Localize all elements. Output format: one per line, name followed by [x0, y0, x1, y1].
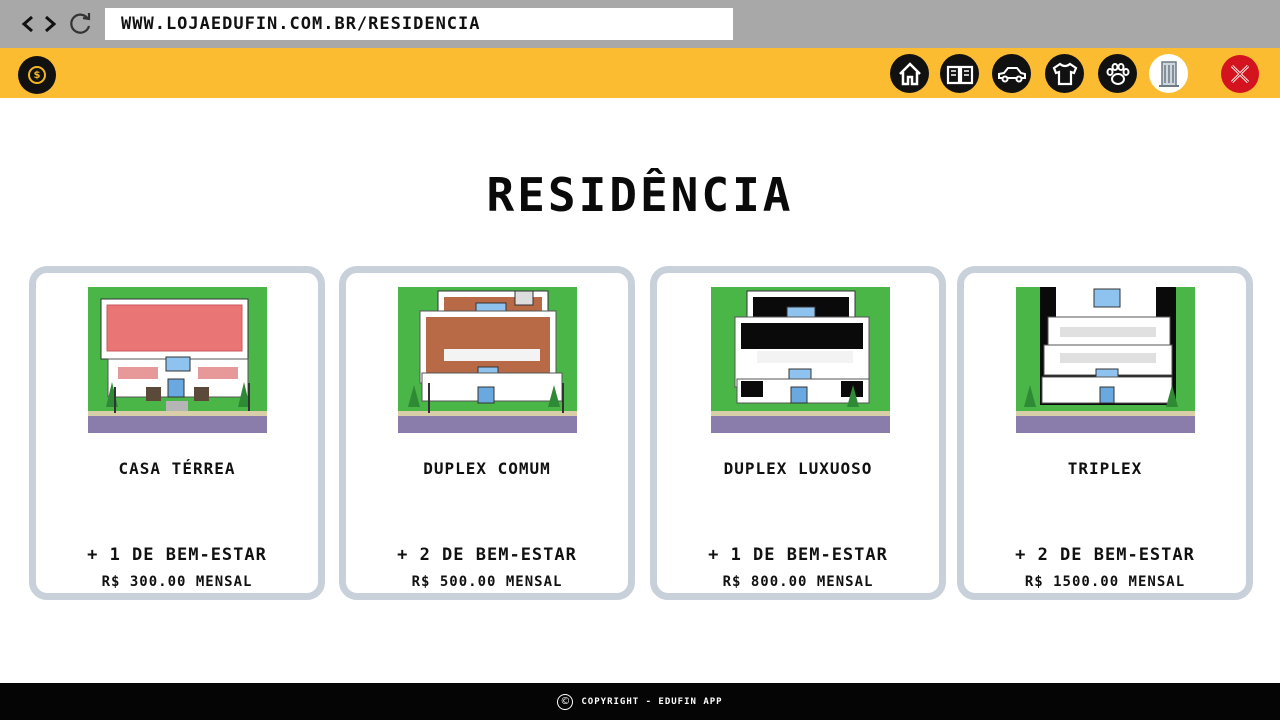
category-car-button[interactable] [992, 54, 1031, 93]
card-title: DUPLEX LUXUOSO [723, 459, 873, 478]
book-icon [946, 65, 973, 84]
footer-text: COPYRIGHT - EDUFIN APP [581, 696, 723, 707]
close-icon [1230, 64, 1250, 84]
house-image [711, 287, 890, 433]
house-image [398, 287, 577, 433]
category-residence-button[interactable] [1149, 54, 1188, 93]
card-price: R$ 1500.00 MENSAL [1024, 574, 1186, 590]
footer: © COPYRIGHT - EDUFIN APP [0, 683, 1280, 720]
card-bonus: + 2 DE BEM-ESTAR [397, 545, 577, 565]
category-books-button[interactable] [940, 54, 979, 93]
house-image [88, 287, 267, 433]
building-icon [1158, 60, 1179, 87]
card-price: R$ 500.00 MENSAL [411, 574, 563, 590]
copyright-icon: © [557, 693, 574, 710]
card-title: DUPLEX COMUM [423, 459, 551, 478]
chevron-left-icon [21, 15, 33, 33]
url-text: WWW.LOJAEDUFIN.COM.BR/RESIDENCIA [121, 14, 481, 34]
reload-button[interactable] [66, 10, 94, 38]
house-image [1016, 287, 1195, 433]
card-bonus: + 1 DE BEM-ESTAR [708, 545, 888, 565]
product-card-triplex[interactable]: TRIPLEX + 2 DE BEM-ESTAR R$ 1500.00 MENS… [957, 266, 1253, 600]
product-card-casa-terrea[interactable]: CASA TÉRREA + 1 DE BEM-ESTAR R$ 300.00 M… [29, 266, 325, 600]
card-title: TRIPLEX [1067, 459, 1143, 478]
back-button[interactable] [16, 10, 40, 38]
product-card-duplex-comum[interactable]: DUPLEX COMUM + 2 DE BEM-ESTAR R$ 500.00 … [339, 266, 635, 600]
address-bar[interactable]: WWW.LOJAEDUFIN.COM.BR/RESIDENCIA [105, 8, 733, 40]
close-button[interactable] [1221, 55, 1259, 93]
card-bonus: + 2 DE BEM-ESTAR [1015, 545, 1195, 565]
shirt-icon [1052, 62, 1077, 85]
car-icon [997, 66, 1026, 82]
card-bonus: + 1 DE BEM-ESTAR [87, 545, 267, 565]
app-header: $ [0, 48, 1280, 98]
category-home-button[interactable] [890, 54, 929, 93]
browser-toolbar: WWW.LOJAEDUFIN.COM.BR/RESIDENCIA [0, 0, 1280, 48]
forward-button[interactable] [38, 10, 62, 38]
card-price: R$ 300.00 MENSAL [101, 574, 253, 590]
reload-icon [70, 13, 91, 34]
page-title: RESIDÊNCIA [486, 168, 794, 222]
coin-logo-icon[interactable]: $ [18, 56, 56, 94]
product-card-duplex-luxuoso[interactable]: DUPLEX LUXUOSO + 1 DE BEM-ESTAR R$ 800.0… [650, 266, 946, 600]
card-title: CASA TÉRREA [118, 459, 236, 478]
paw-icon [1106, 62, 1129, 85]
category-pets-button[interactable] [1098, 54, 1137, 93]
chevron-right-icon [45, 15, 57, 33]
home-icon [898, 61, 921, 85]
category-clothes-button[interactable] [1045, 54, 1084, 93]
card-price: R$ 800.00 MENSAL [722, 574, 874, 590]
